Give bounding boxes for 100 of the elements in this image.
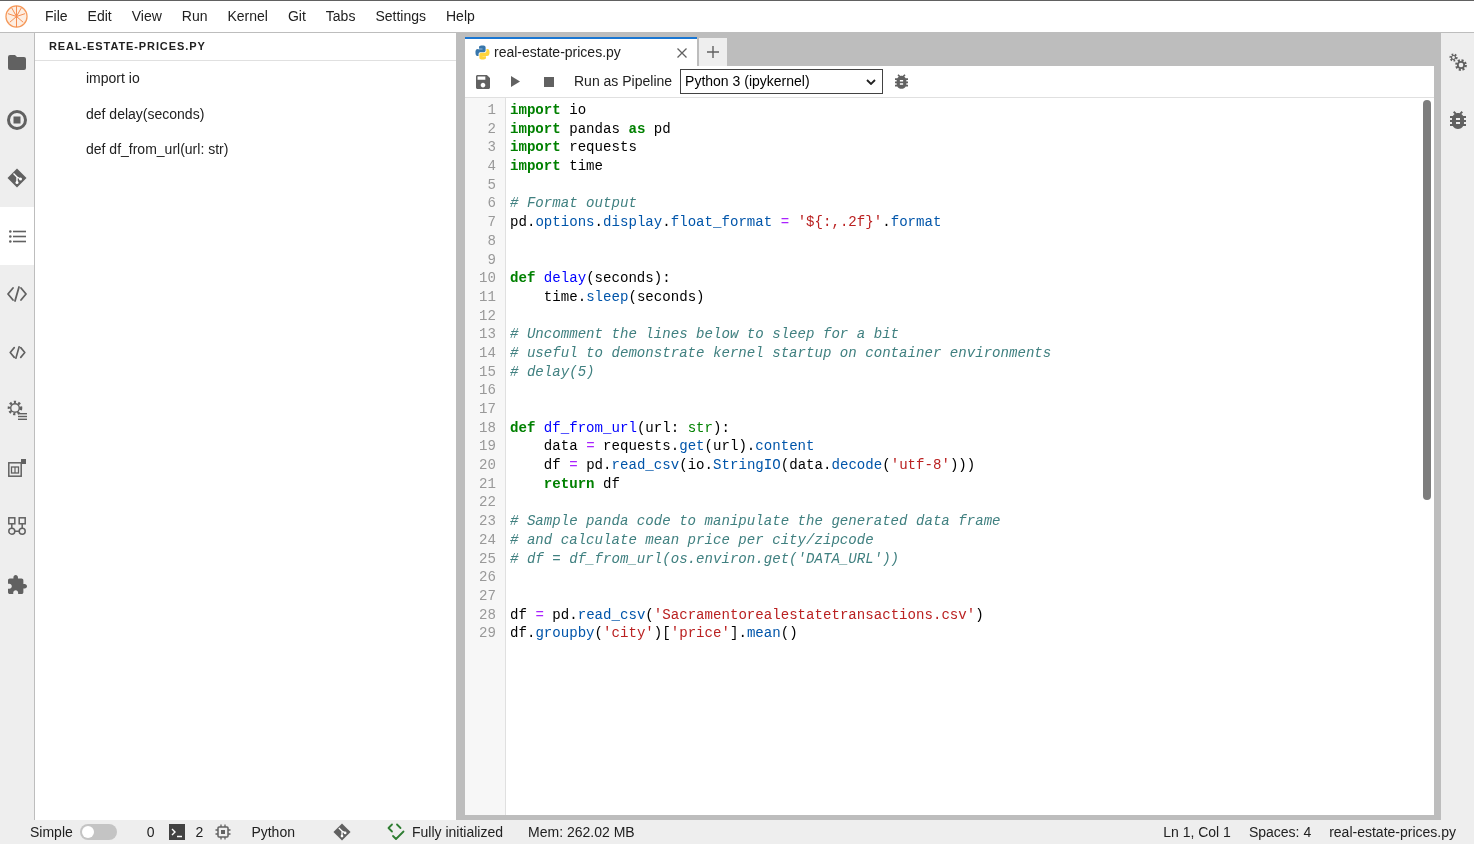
line-number: 3: [487, 138, 496, 158]
gear-list-icon: [7, 400, 27, 420]
line-number: 20: [479, 456, 496, 475]
code-line: # Uncomment the lines below to sleep for a bit: [510, 325, 900, 344]
line-number: 29: [479, 624, 496, 643]
toc-item[interactable]: import io: [86, 68, 140, 90]
terminal-count: 0: [146, 822, 155, 842]
save-icon: [475, 74, 490, 89]
close-icon[interactable]: [677, 47, 687, 58]
line-number: 4: [487, 157, 496, 176]
code-line: return df: [542, 474, 620, 494]
puzzle-icon: [7, 574, 27, 594]
line-number: 1: [487, 101, 496, 120]
menu-item[interactable]: Run: [171, 1, 218, 32]
line-number: 17: [479, 400, 496, 419]
menu-item[interactable]: Git: [277, 1, 316, 32]
kernel-select[interactable]: Python 3 (ipykernel): [680, 69, 884, 94]
line-number: 22: [479, 493, 496, 513]
kernel-count: 2: [195, 822, 204, 842]
line-number: 14: [479, 343, 496, 363]
kernel-name[interactable]: Python: [251, 821, 295, 843]
code-line: def df_from_url(url: str):: [510, 418, 730, 438]
run-pipeline-button[interactable]: Run as Pipeline: [565, 69, 681, 94]
toc-item[interactable]: def delay(seconds): [86, 103, 205, 125]
line-number: 10: [479, 269, 496, 288]
line-number: 12: [479, 306, 496, 326]
stop-circle-icon: [7, 110, 27, 130]
editor-tab[interactable]: real-estate-prices.py: [465, 37, 697, 66]
code-line: # useful to demonstrate kernel startup on container environments: [510, 343, 1052, 363]
code-icon: [8, 345, 26, 359]
sidebar-tab[interactable]: [0, 207, 34, 265]
indent-setting[interactable]: Spaces: 4: [1248, 821, 1312, 843]
code-line: # Sample panda code to manipulate the generated data frame: [510, 512, 1001, 531]
line-number: 6: [487, 194, 496, 214]
chevron-down-icon: [866, 78, 877, 85]
scrollbar-thumb[interactable]: [1423, 100, 1431, 500]
list-icon: [8, 229, 26, 243]
line-number: 24: [479, 530, 496, 550]
menu-item[interactable]: File: [35, 1, 78, 32]
menu-item[interactable]: Settings: [365, 1, 436, 32]
code-check-icon: [387, 823, 405, 841]
folder-icon: [8, 54, 26, 70]
nodes-icon: [8, 517, 26, 535]
code-line: pd.options.display.float_format = '${:,.2f}'.format: [510, 213, 942, 232]
line-number: 5: [487, 175, 496, 195]
code-line: def delay(seconds):: [510, 269, 671, 288]
line-number: 13: [479, 325, 496, 344]
memory-usage: Mem: 262.02 MB: [528, 822, 635, 842]
bug-icon: [1449, 111, 1466, 129]
toc-item[interactable]: def df_from_url(url: str): [86, 139, 229, 161]
code-line: import io: [510, 101, 587, 120]
code-line: df.groupby('city')['price'].mean(): [510, 624, 798, 643]
widget-icon: [8, 459, 26, 477]
menu-item[interactable]: Edit: [77, 1, 122, 32]
line-number: 11: [479, 287, 496, 307]
run-icon: [511, 76, 520, 87]
line-number: 18: [479, 418, 496, 438]
code-line: df = pd.read_csv('Sacramentorealestatetransactions.csv'): [510, 605, 984, 625]
code-line: # Format output: [510, 194, 637, 214]
toggle-switch[interactable]: [79, 824, 117, 840]
gears-icon: [1448, 53, 1467, 71]
kernel-status: Fully initialized: [412, 822, 504, 842]
line-number: 25: [479, 549, 496, 569]
bug-icon: [894, 74, 908, 89]
code-line: # delay(5): [510, 362, 595, 382]
file-name: real-estate-prices.py: [1329, 822, 1456, 842]
line-number: 9: [487, 250, 496, 270]
menu-item[interactable]: View: [121, 1, 172, 32]
line-number: 19: [479, 437, 496, 457]
line-number: 8: [487, 231, 496, 251]
code-line: import time: [510, 157, 604, 176]
plus-icon: [707, 46, 719, 58]
line-number: 27: [479, 586, 496, 606]
code-line: data = requests.get(url).content: [542, 437, 815, 457]
code-line: import requests: [510, 138, 637, 158]
code-line: # df = df_from_url(os.environ.get('DATA_URL')): [510, 549, 900, 569]
line-number: 7: [487, 213, 496, 232]
line-number: 2: [487, 119, 496, 139]
code-line: import pandas as pd: [510, 119, 671, 139]
line-number: 15: [479, 362, 496, 382]
line-number: 23: [479, 512, 496, 531]
git-icon[interactable]: [333, 823, 351, 841]
line-number: 28: [479, 605, 496, 625]
line-number: 16: [479, 381, 496, 400]
line-number: 26: [479, 568, 496, 587]
panel-title: REAL-ESTATE-PRICES.PY: [35, 33, 456, 61]
menu-item[interactable]: Tabs: [315, 1, 366, 32]
menu-item[interactable]: Kernel: [217, 1, 278, 32]
code-line: time.sleep(seconds): [542, 287, 705, 307]
stop-icon: [543, 76, 554, 87]
code-line: df = pd.read_csv(io.StringIO(data.decode('utf-8'))): [542, 456, 976, 475]
line-number: 21: [479, 474, 496, 494]
python-icon: [475, 45, 490, 60]
terminal-icon: [168, 824, 185, 840]
cursor-position[interactable]: Ln 1, Col 1: [1163, 821, 1231, 843]
menu-item[interactable]: Help: [436, 1, 485, 32]
new-tab-button[interactable]: [699, 38, 727, 66]
code-line: # and calculate mean price per city/zipcode: [510, 530, 874, 550]
mode-label: Simple: [30, 822, 73, 842]
git-icon: [7, 168, 27, 188]
